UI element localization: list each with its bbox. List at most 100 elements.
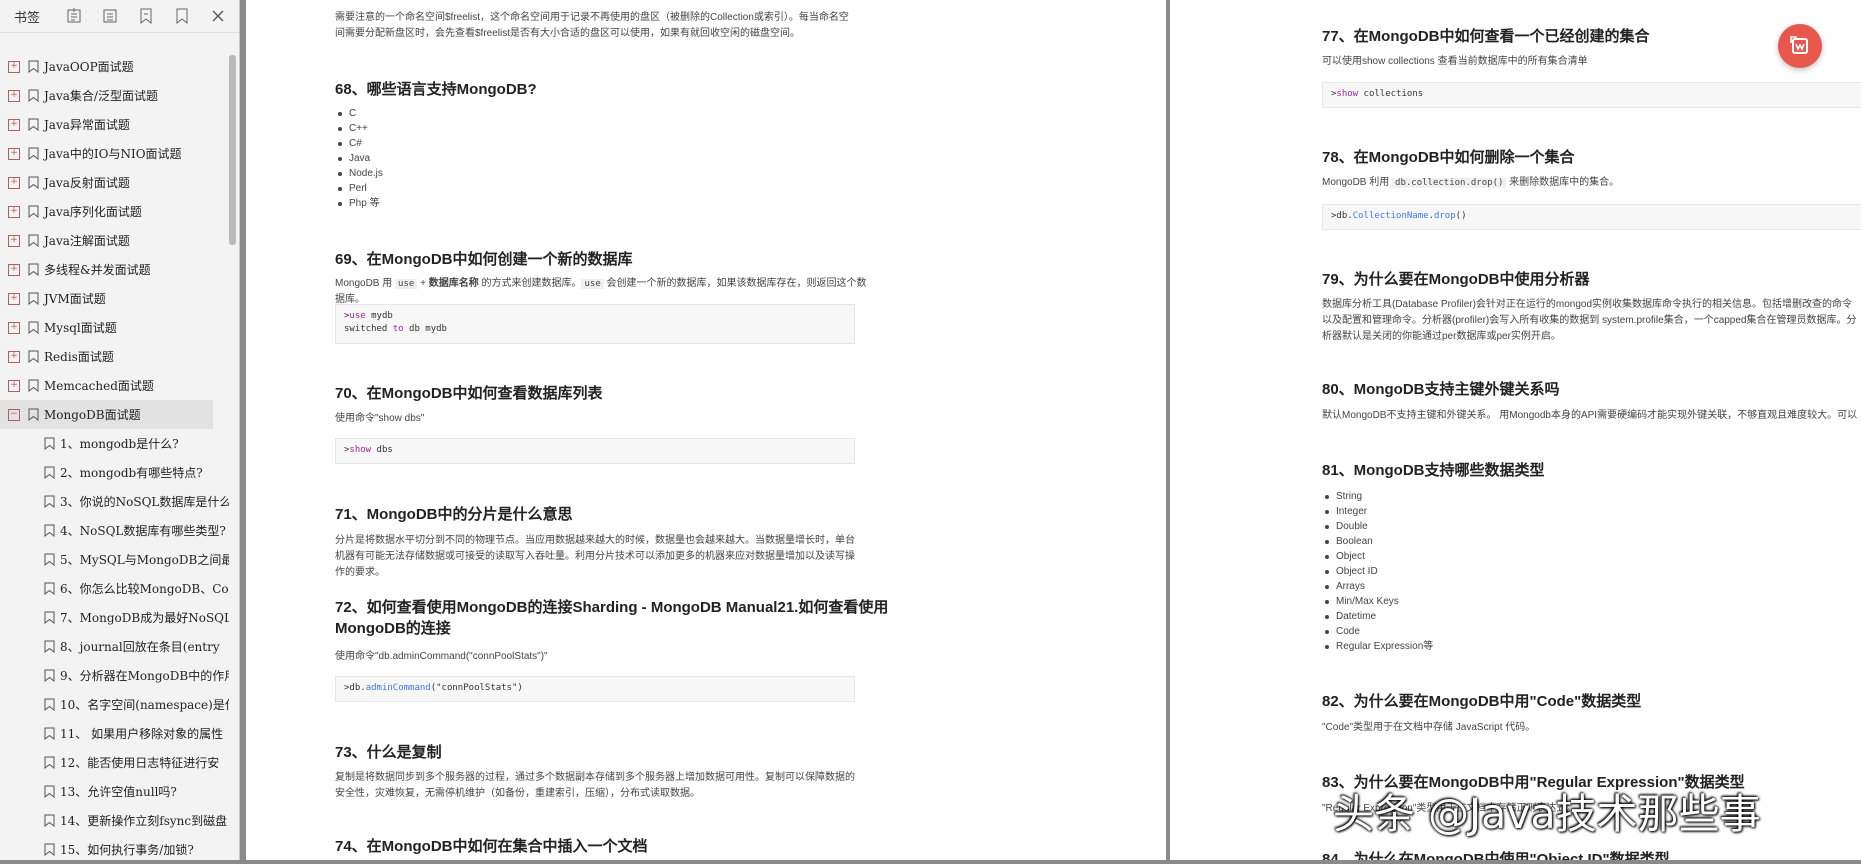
bookmark-item[interactable]: + Java集合/泛型面试题 [0, 81, 229, 110]
code-text: >db. [1331, 211, 1353, 221]
bookmark-child-item[interactable]: 5、MySQL与MongoDB之间最基本 [0, 545, 229, 574]
bookmark-item[interactable]: − MongoDB面试题 [0, 400, 213, 429]
sidebar-scrollbar[interactable] [229, 55, 236, 245]
expand-toggle-icon[interactable]: + [8, 118, 20, 131]
bookmark-item[interactable]: + JavaOOP面试题 [0, 52, 229, 81]
bookmark-flag-icon [28, 263, 39, 277]
bookmark-child-item[interactable]: 12、能否使用日志特征进行安 [0, 748, 229, 777]
bookmark-child-item[interactable]: 4、NoSQL数据库有哪些类型? [0, 516, 229, 545]
q82-paragraph: "Code"类型用于在文档中存储 JavaScript 代码。 [1322, 722, 1536, 733]
bookmark-child-item[interactable]: 9、分析器在MongoDB中的作用 [0, 661, 229, 690]
document-page-left: 需要注意的一个命名空间$freelist，这个命名空间用于记录不再使用的盘区（被… [246, 0, 1166, 860]
bookmark-item[interactable]: + Java异常面试题 [0, 110, 229, 139]
intro-paragraph: 需要注意的一个命名空间$freelist，这个命名空间用于记录不再使用的盘区（被… [335, 12, 849, 39]
bookmark-item[interactable]: + Mysql面试题 [0, 313, 229, 342]
code-text: switched [344, 324, 393, 334]
heading-q72-line1: 72、如何查看使用MongoDB的连接Sharding - MongoDB Ma… [335, 599, 889, 616]
code-function: CollectionName [1352, 211, 1429, 221]
bookmark-child-item[interactable]: 1、mongodb是什么? [0, 429, 229, 458]
list-item: Object [1322, 549, 1433, 564]
heading-q72-line2: MongoDB的连接 [335, 620, 451, 637]
bookmark-child-item[interactable]: 10、名字空间(namespace)是什 [0, 690, 229, 719]
bookmark-child-item[interactable]: 8、journal回放在条目(entry [0, 632, 229, 661]
expand-toggle-icon[interactable]: + [8, 321, 20, 334]
bookmark-child-item[interactable]: 3、你说的NoSQL数据库是什么 [0, 487, 229, 516]
sidebar-title: 书签 [14, 10, 41, 26]
bookmark-label: 11、 如果用户移除对象的属性 [60, 727, 224, 741]
code-keyword: use [349, 311, 366, 321]
bookmark-item[interactable]: + 多线程&并发面试题 [0, 255, 229, 284]
bookmark-label: 5、MySQL与MongoDB之间最基本 [60, 553, 229, 567]
expand-toggle-icon[interactable]: + [8, 147, 20, 160]
q79-paragraph: 数据库分析工具(Database Profiler)会针对正在运行的mongod… [1322, 299, 1857, 342]
code-function: drop [1433, 211, 1456, 221]
heading-q79: 79、为什么要在MongoDB中使用分析器 [1322, 271, 1590, 288]
bookmark-flag-icon [28, 292, 39, 306]
bookmark-child-item[interactable]: 13、允许空值null吗? [0, 777, 229, 806]
q70-code-block: >show dbs [335, 438, 855, 464]
code-text: dbs [371, 445, 393, 455]
bookmark-item[interactable]: + JVM面试题 [0, 284, 229, 313]
list-item: Node.js [335, 166, 383, 181]
bookmark-item[interactable]: + Java中的IO与NIO面试题 [0, 139, 229, 168]
expand-toggle-icon[interactable]: + [8, 379, 20, 392]
bookmark-item[interactable]: + Memcached面试题 [0, 371, 229, 400]
list-item: Perl [335, 181, 383, 196]
bookmark-label: Java反射面试题 [44, 176, 130, 190]
bookmark-label: Redis面试题 [44, 350, 114, 364]
q77-paragraph: 可以使用show collections 查看当前数据库中的所有集合清单 [1322, 56, 1588, 67]
expand-toggle-icon[interactable]: + [8, 350, 20, 363]
bookmark-flag-icon [28, 350, 39, 364]
bookmark-label: Java集合/泛型面试题 [44, 89, 158, 103]
bookmark-item[interactable]: + Java注解面试题 [0, 226, 229, 255]
bookmark-flag-icon [28, 321, 39, 335]
bookmark-label: MongoDB面试题 [44, 408, 141, 422]
q69-text-1: MongoDB 用 [335, 278, 396, 289]
bookmark-flag-icon [28, 60, 39, 74]
bookmark-item[interactable]: + Java序列化面试题 [0, 197, 229, 226]
sidebar-header: 书签 [0, 0, 239, 33]
floating-action-button[interactable] [1778, 24, 1822, 68]
code-text: db mydb [403, 324, 447, 334]
collapse-all-icon[interactable] [97, 3, 123, 29]
bookmark-child-item[interactable]: 11、 如果用户移除对象的属性 [0, 719, 229, 748]
data-type-list: String Integer Double Boolean Object Object I… [1322, 489, 1433, 654]
expand-toggle-icon[interactable]: + [8, 89, 20, 102]
expand-toggle-icon[interactable]: − [8, 408, 20, 421]
list-item: Arrays [1322, 579, 1433, 594]
bookmark-child-item[interactable]: 2、mongodb有哪些特点? [0, 458, 229, 487]
list-item: Code [1322, 624, 1433, 639]
bookmark-flag-icon [44, 698, 55, 712]
q69-bold-text: 数据库名称 [428, 278, 479, 289]
expand-toggle-icon[interactable]: + [8, 60, 20, 73]
bookmark-flag-icon [44, 611, 55, 625]
q73-paragraph: 复制是将数据同步到多个服务器的过程，通过多个数据副本存储到多个服务器上增加数据可… [335, 772, 855, 799]
heading-q68: 68、哪些语言支持MongoDB? [335, 81, 537, 98]
bookmark-item[interactable]: + Redis面试题 [0, 342, 229, 371]
bookmark-child-item[interactable]: 6、你怎么比较MongoDB、Couc [0, 574, 229, 603]
expand-toggle-icon[interactable]: + [8, 263, 20, 276]
q69-text-3: 的方式来创建数据库。 [478, 278, 582, 289]
bookmark-flag-icon [28, 379, 39, 393]
expand-all-icon[interactable] [61, 3, 87, 29]
bookmark-label: Mysql面试题 [44, 321, 117, 335]
bookmark-child-item[interactable]: 7、MongoDB成为最好NoSQL数据 [0, 603, 229, 632]
heading-q74: 74、在MongoDB中如何在集合中插入一个文档 [335, 838, 648, 855]
bookmark-icon[interactable] [169, 3, 195, 29]
list-item: Integer [1322, 504, 1433, 519]
bookmark-label: 10、名字空间(namespace)是什 [60, 698, 229, 712]
bookmark-label: 12、能否使用日志特征进行安 [60, 756, 220, 770]
bookmark-add-icon[interactable] [133, 3, 159, 29]
expand-toggle-icon[interactable]: + [8, 292, 20, 305]
expand-toggle-icon[interactable]: + [8, 176, 20, 189]
bookmark-flag-icon [28, 408, 39, 422]
heading-q72: 72、如何查看使用MongoDB的连接Sharding - MongoDB Ma… [335, 597, 895, 639]
bookmark-child-item[interactable]: 14、更新操作立刻fsync到磁盘 [0, 806, 229, 835]
bookmark-item[interactable]: + Java反射面试题 [0, 168, 229, 197]
bookmark-label: Java异常面试题 [44, 118, 130, 132]
close-icon[interactable] [205, 3, 231, 29]
expand-toggle-icon[interactable]: + [8, 205, 20, 218]
list-item: Regular Expression等 [1322, 639, 1433, 654]
expand-toggle-icon[interactable]: + [8, 234, 20, 247]
code-text: >db. [344, 683, 366, 693]
